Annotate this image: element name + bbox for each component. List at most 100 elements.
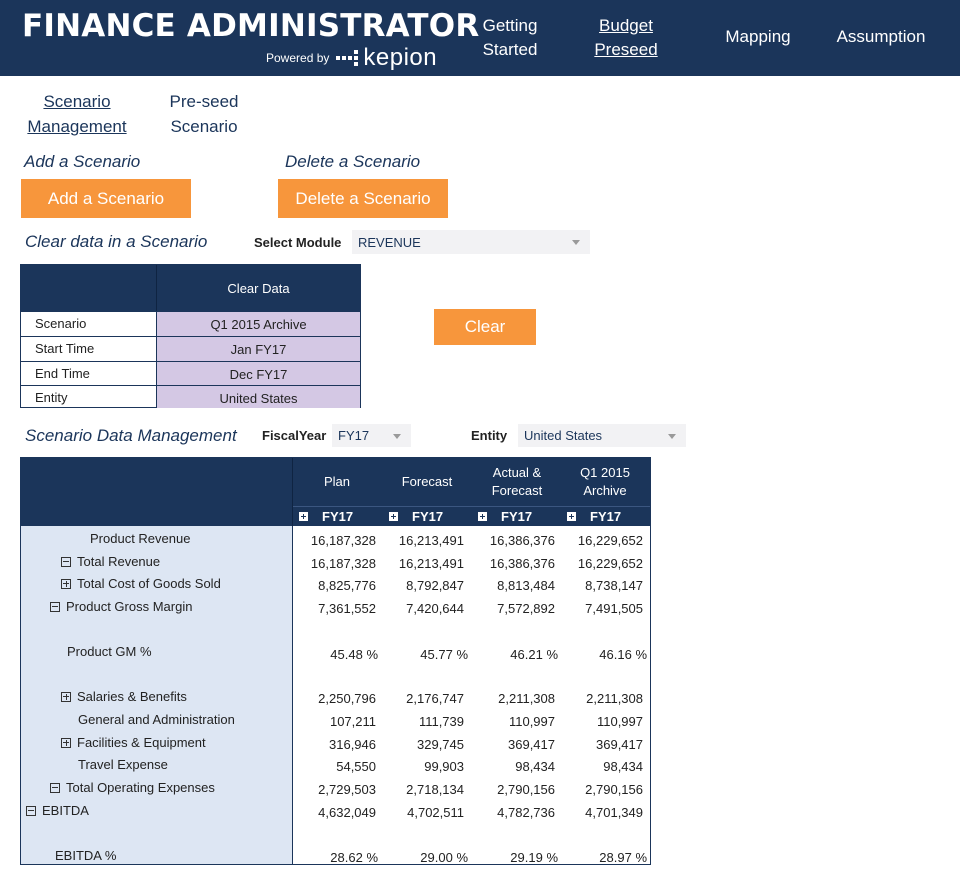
value-cell[interactable]: 2,250,796 [291,691,376,706]
value-cell[interactable]: 110,997 [558,714,643,729]
col-actual-forecast-year[interactable]: FY17 [478,507,532,525]
row-label-text: EBITDA [42,803,89,818]
clear-data-table: Clear Data Scenario Q1 2015 Archive Star… [20,264,361,408]
value-cell[interactable]: 16,386,376 [470,533,555,548]
value-cell[interactable]: 16,229,652 [558,556,643,571]
row-label-text: Total Cost of Goods Sold [77,576,221,591]
col-header-actual-forecast: Actual & Forecast [473,458,561,506]
value-cell[interactable]: 369,417 [558,737,643,752]
value-cell[interactable]: 16,213,491 [379,533,464,548]
tab-preseed-scenario[interactable]: Pre-seed Scenario [162,89,246,139]
delete-scenario-button[interactable]: Delete a Scenario [278,179,448,218]
collapse-icon[interactable] [26,805,36,816]
value-cell[interactable]: 99,903 [379,759,464,774]
value-cell[interactable]: 98,434 [470,759,555,774]
nav-mapping[interactable]: Mapping [718,25,798,49]
value-cell[interactable]: 8,738,147 [558,578,643,593]
value-cell[interactable]: 7,361,552 [291,601,376,616]
nav-getting-started[interactable]: Getting Started [478,14,542,62]
entity-dropdown[interactable]: United States [518,424,686,447]
tab-scenario-management[interactable]: Scenario Management [22,89,132,139]
row-label-total-cogs[interactable]: Total Cost of Goods Sold [61,576,221,591]
table-row: Entity United States [21,385,360,408]
value-cell[interactable]: 2,729,503 [291,782,376,797]
value-cell[interactable]: 2,790,156 [558,782,643,797]
col-forecast-year[interactable]: FY17 [389,507,443,525]
value-cell[interactable]: 16,213,491 [379,556,464,571]
expand-icon[interactable] [567,511,576,521]
clear-data-title: Clear data in a Scenario [25,232,208,251]
row-label-facilities-equipment[interactable]: Facilities & Equipment [61,735,206,750]
value-cell[interactable]: 4,632,049 [291,805,376,820]
value-cell[interactable]: 7,572,892 [470,601,555,616]
value-cell[interactable]: 16,187,328 [291,556,376,571]
value-cell[interactable]: 111,739 [379,714,464,729]
expand-icon[interactable] [299,511,308,521]
row-label-ebitda[interactable]: EBITDA [26,803,89,818]
start-time-value-cell[interactable]: Jan FY17 [156,337,360,361]
value-cell[interactable]: 16,386,376 [470,556,555,571]
value-cell[interactable]: 329,745 [379,737,464,752]
value-cell[interactable]: 98,434 [558,759,643,774]
value-cell[interactable]: 28.62 % [293,850,378,865]
value-cell[interactable]: 7,420,644 [379,601,464,616]
clear-button[interactable]: Clear [434,309,536,345]
chevron-down-icon [572,240,580,245]
expand-icon[interactable] [61,691,71,702]
collapse-icon[interactable] [61,556,71,567]
value-cell[interactable]: 2,176,747 [379,691,464,706]
col-plan-year[interactable]: FY17 [299,507,353,525]
end-time-value-cell[interactable]: Dec FY17 [156,362,360,386]
value-cell[interactable]: 2,790,156 [470,782,555,797]
value-cell[interactable]: 4,782,736 [470,805,555,820]
value-cell[interactable]: 45.48 % [293,647,378,662]
value-cell[interactable]: 369,417 [470,737,555,752]
scenario-value-cell[interactable]: Q1 2015 Archive [156,312,360,336]
module-dropdown[interactable]: REVENUE [352,230,590,254]
row-label-total-opex[interactable]: Total Operating Expenses [50,780,215,795]
value-cell[interactable]: 2,211,308 [558,691,643,706]
value-cell[interactable]: 28.97 % [562,850,647,865]
value-cell[interactable]: 4,702,511 [379,805,464,820]
value-cell[interactable]: 107,211 [291,714,376,729]
row-label-total-revenue[interactable]: Total Revenue [61,554,160,569]
row-label-start-time: Start Time [35,341,95,356]
value-cell[interactable]: 8,792,847 [379,578,464,593]
nav-budget-preseed[interactable]: Budget Preseed [590,14,662,62]
value-cell[interactable]: 29.00 % [383,850,468,865]
row-label-text: Total Revenue [77,554,161,569]
expand-icon[interactable] [389,511,398,521]
add-scenario-button[interactable]: Add a Scenario [21,179,191,218]
powered-by: Powered by kepion [266,44,437,72]
value-cell[interactable]: 8,813,484 [470,578,555,593]
value-cell[interactable]: 7,491,505 [558,601,643,616]
add-scenario-title: Add a Scenario [24,152,141,171]
table-row: Scenario Q1 2015 Archive [21,311,360,336]
fiscal-year-dropdown[interactable]: FY17 [332,424,411,447]
row-label-salaries-benefits[interactable]: Salaries & Benefits [61,689,187,704]
entity-value-cell[interactable]: United States [156,386,360,408]
nav-assumption[interactable]: Assumption [830,25,932,49]
value-cell[interactable]: 54,550 [291,759,376,774]
value-cell[interactable]: 46.21 % [473,647,558,662]
value-cell[interactable]: 16,187,328 [291,533,376,548]
value-cell[interactable]: 4,701,349 [558,805,643,820]
row-label-product-gross-margin[interactable]: Product Gross Margin [50,599,192,614]
collapse-icon[interactable] [50,782,60,793]
expand-icon[interactable] [61,737,71,748]
chevron-down-icon [393,433,401,439]
value-cell[interactable]: 2,211,308 [470,691,555,706]
value-cell[interactable]: 45.77 % [383,647,468,662]
expand-icon[interactable] [478,511,487,521]
value-cell[interactable]: 316,946 [291,737,376,752]
value-cell[interactable]: 46.16 % [562,647,647,662]
value-cell[interactable]: 110,997 [470,714,555,729]
value-cell[interactable]: 29.19 % [473,850,558,865]
expand-icon[interactable] [61,578,71,589]
value-cell[interactable]: 2,718,134 [379,782,464,797]
value-cell[interactable]: 8,825,776 [291,578,376,593]
table-row: End Time Dec FY17 [21,361,360,386]
collapse-icon[interactable] [50,601,60,612]
value-cell[interactable]: 16,229,652 [558,533,643,548]
col-q1-archive-year[interactable]: FY17 [567,507,621,525]
